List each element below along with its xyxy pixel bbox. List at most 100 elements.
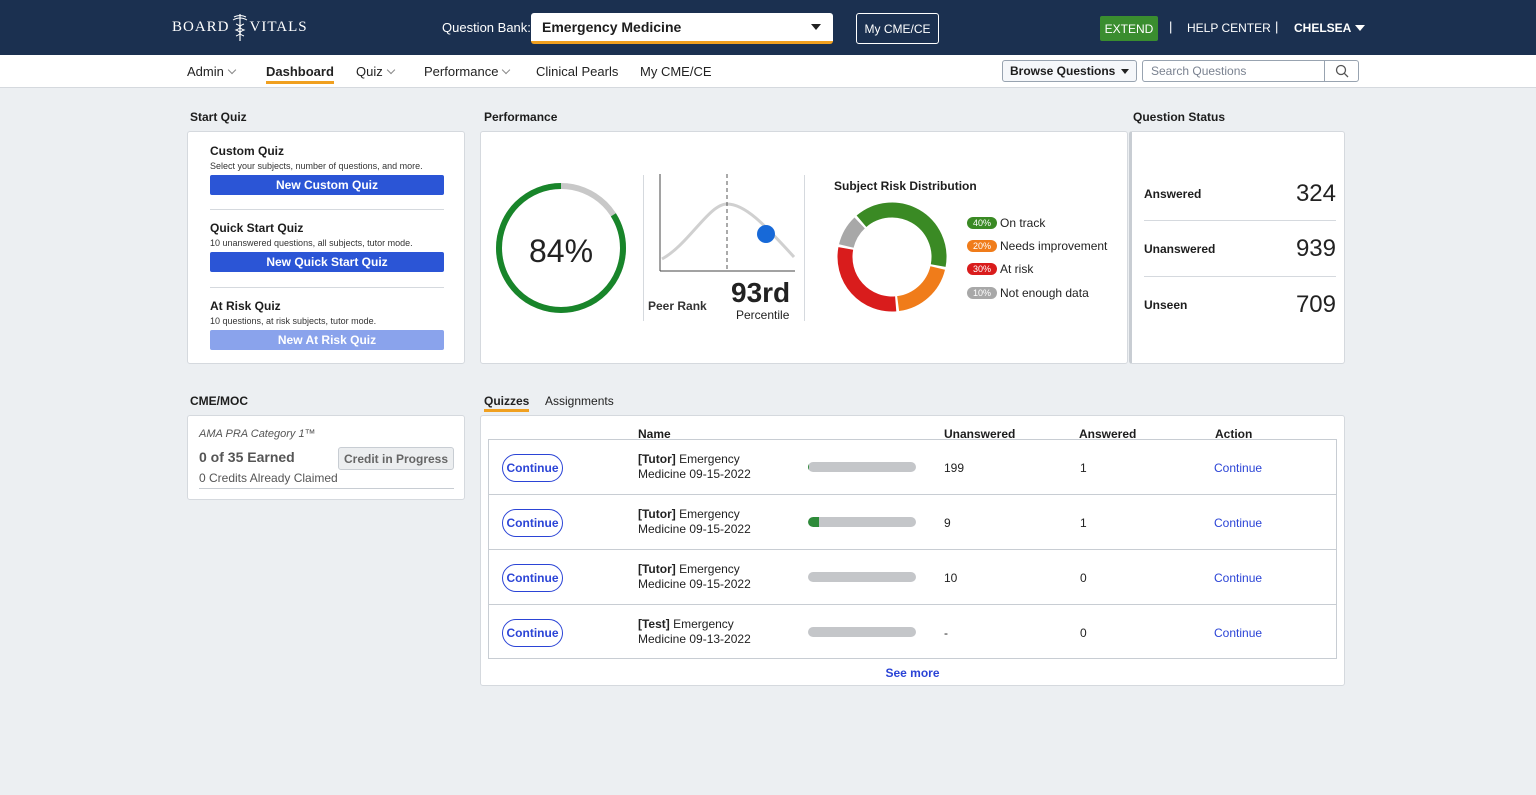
table-row: Continue [Tutor] Emergency Medicine 09-15… — [489, 550, 1336, 605]
custom-quiz-title: Custom Quiz — [210, 144, 284, 158]
divider — [210, 287, 444, 288]
progress-bar-fill — [808, 517, 819, 527]
question-status-card: Answered 324 Unanswered 939 Unseen 709 — [1129, 131, 1345, 364]
quiz-name: [Tutor] Emergency Medicine 09-15-2022 — [638, 507, 751, 537]
new-quick-start-quiz-button[interactable]: New Quick Start Quiz — [210, 252, 444, 272]
quiz-title: Emergency — [675, 562, 740, 576]
nav-item-my-cme[interactable]: My CME/CE — [640, 64, 712, 79]
quick-start-quiz-desc: 10 unanswered questions, all subjects, t… — [210, 238, 413, 248]
caret-down-icon — [1355, 25, 1366, 31]
quiz-name: [Tutor] Emergency Medicine 09-15-2022 — [638, 562, 751, 592]
legend-label: Needs improvement — [1000, 239, 1108, 253]
user-menu[interactable]: CHELSEA — [1294, 21, 1366, 35]
progress-bar — [808, 572, 916, 582]
quick-start-quiz-title: Quick Start Quiz — [210, 221, 304, 235]
logo-text-left: BOARD — [172, 18, 230, 35]
percentile-label: Percentile — [736, 308, 790, 322]
search-input[interactable] — [1143, 61, 1323, 81]
help-center-link[interactable]: HELP CENTER — [1187, 21, 1271, 35]
legend-needs-improvement: 20% Needs improvement — [967, 239, 1107, 253]
chevron-down-icon — [502, 65, 511, 74]
legend-pill: 30% — [967, 263, 997, 275]
start-quiz-title: Start Quiz — [190, 110, 247, 124]
quiz-mode: [Tutor] — [638, 507, 676, 521]
nav-item-admin[interactable]: Admin — [187, 64, 237, 79]
nav-bar: Admin Dashboard Quiz Performance Clinica… — [0, 55, 1536, 88]
performance-title: Performance — [484, 110, 558, 124]
nav-item-label: Quiz — [356, 64, 383, 79]
continue-link[interactable]: Continue — [1214, 571, 1262, 585]
nav-item-quiz[interactable]: Quiz — [356, 64, 395, 79]
quiz-title: Emergency — [675, 507, 740, 521]
my-cme-button[interactable]: My CME/CE — [856, 13, 939, 44]
unanswered-count: 9 — [944, 516, 951, 530]
caret-down-icon — [811, 24, 821, 30]
nav-item-label: Performance — [424, 64, 499, 79]
percentile-value: 93rd — [731, 277, 791, 308]
status-unseen[interactable]: Unseen 709 — [1144, 277, 1336, 333]
browse-questions-button[interactable]: Browse Questions — [1002, 60, 1137, 82]
donut-segment-needs-improvement — [896, 265, 945, 312]
nav-item-clinical-pearls[interactable]: Clinical Pearls — [536, 64, 618, 79]
header-separator: | — [1275, 19, 1279, 34]
continue-link[interactable]: Continue — [1214, 461, 1262, 475]
header-separator: | — [1169, 19, 1173, 34]
question-status-title: Question Status — [1133, 110, 1226, 124]
nav-item-label: My CME/CE — [640, 64, 712, 79]
status-unanswered[interactable]: Unanswered 939 — [1144, 221, 1336, 277]
quizzes-table: Continue [Tutor] Emergency Medicine 09-15… — [488, 439, 1337, 659]
unanswered-count: 10 — [944, 571, 958, 585]
answered-count: 0 — [1080, 571, 1087, 585]
status-value: 324 — [1295, 180, 1336, 207]
caduceus-icon — [232, 14, 247, 41]
legend-not-enough-data: 10% Not enough data — [967, 286, 1089, 300]
credit-in-progress-button[interactable]: Credit in Progress — [338, 447, 454, 470]
nav-item-performance[interactable]: Performance — [424, 64, 511, 79]
new-custom-quiz-button[interactable]: New Custom Quiz — [210, 175, 444, 195]
question-bank-select[interactable]: Emergency Medicine — [531, 13, 833, 44]
nav-item-label: Admin — [187, 64, 224, 79]
quiz-title-line2: Medicine 09-15-2022 — [638, 577, 751, 591]
extend-button[interactable]: EXTEND — [1100, 16, 1158, 41]
risk-donut-chart — [837, 202, 947, 312]
quiz-mode: [Test] — [638, 617, 670, 631]
tab-assignments[interactable]: Assignments — [545, 394, 614, 408]
continue-link[interactable]: Continue — [1214, 516, 1262, 530]
status-answered[interactable]: Answered 324 — [1144, 166, 1336, 222]
nav-item-label: Clinical Pearls — [536, 64, 619, 79]
boardvitals-logo[interactable]: BOARD VITALS — [172, 12, 308, 42]
continue-button[interactable]: Continue — [502, 509, 563, 537]
top-bar: BOARD VITALS Question Bank: Emergency Me… — [0, 0, 1536, 55]
continue-button[interactable]: Continue — [502, 454, 563, 482]
nav-item-dashboard[interactable]: Dashboard — [266, 64, 334, 84]
quizzes-card: Name Unanswered Answered Action Continue… — [480, 415, 1345, 686]
legend-pill: 10% — [967, 287, 997, 299]
legend-label: At risk — [1000, 262, 1034, 276]
chevron-down-icon — [386, 65, 395, 74]
continue-link[interactable]: Continue — [1214, 626, 1262, 640]
new-at-risk-quiz-button[interactable]: New At Risk Quiz — [210, 330, 444, 350]
peer-rank-curve — [659, 174, 796, 272]
custom-quiz-desc: Select your subjects, number of question… — [210, 161, 423, 171]
tab-quizzes[interactable]: Quizzes — [484, 394, 530, 412]
legend-label: On track — [1000, 216, 1046, 230]
user-name: CHELSEA — [1294, 21, 1352, 35]
progress-bar-fill — [808, 462, 809, 472]
quiz-title-line2: Medicine 09-15-2022 — [638, 467, 751, 481]
quiz-mode: [Tutor] — [638, 562, 676, 576]
risk-distribution-title: Subject Risk Distribution — [834, 179, 977, 193]
continue-button[interactable]: Continue — [502, 619, 563, 647]
quiz-name: [Tutor] Emergency Medicine 09-15-2022 — [638, 452, 751, 482]
answered-count: 1 — [1080, 461, 1087, 475]
at-risk-quiz-desc: 10 questions, at risk subjects, tutor mo… — [210, 316, 377, 326]
continue-button[interactable]: Continue — [502, 564, 563, 592]
search-button[interactable] — [1324, 61, 1358, 81]
cme-claimed: 0 Credits Already Claimed — [199, 471, 338, 485]
unanswered-count: - — [944, 626, 948, 640]
cme-category: AMA PRA Category 1™ — [199, 428, 316, 440]
progress-bar — [808, 517, 916, 527]
see-more-link[interactable]: See more — [481, 666, 1344, 680]
divider — [643, 175, 644, 321]
status-value: 709 — [1295, 291, 1336, 318]
answered-count: 1 — [1080, 516, 1087, 530]
